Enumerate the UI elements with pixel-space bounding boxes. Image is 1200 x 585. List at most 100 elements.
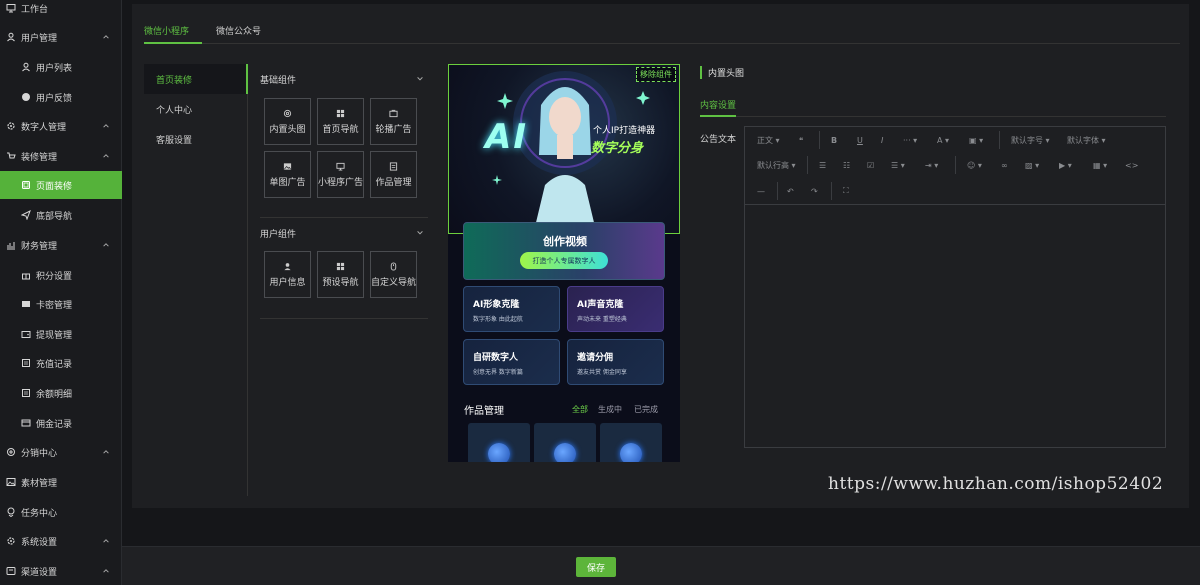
work-thumbnail[interactable] bbox=[600, 423, 662, 462]
component-tile[interactable]: 内置头图 bbox=[264, 98, 311, 145]
card-icon bbox=[20, 299, 31, 310]
tab-wechat-miniprogram[interactable]: 微信小程序 bbox=[144, 24, 189, 37]
sidebar-item-label: 素材管理 bbox=[21, 478, 58, 489]
font-color-icon[interactable]: A ▾ bbox=[937, 133, 949, 147]
screen-icon bbox=[336, 162, 345, 171]
works-tab-completed[interactable]: 已完成 bbox=[634, 404, 658, 415]
sidebar-item-9[interactable]: 积分设置 bbox=[0, 261, 122, 289]
sidebar-item-label: 财务管理 bbox=[21, 241, 58, 252]
sidebar-item-10[interactable]: 卡密管理 bbox=[0, 290, 122, 318]
video-icon[interactable]: ▶ ▾ bbox=[1059, 158, 1072, 172]
tab-wechat-official-account[interactable]: 微信公众号 bbox=[216, 24, 261, 37]
component-tile[interactable]: 首页导航 bbox=[317, 98, 364, 145]
component-tile-label: 内置头图 bbox=[269, 124, 306, 135]
sidebar-item-18[interactable]: 系统设置 bbox=[0, 527, 122, 555]
sidebar-item-3[interactable]: 用户反馈 bbox=[0, 83, 122, 111]
announcement-text-label: 公告文本 bbox=[700, 135, 737, 145]
italic-icon[interactable]: I bbox=[881, 133, 883, 147]
works-tab-all[interactable]: 全部 bbox=[572, 404, 588, 415]
create-video-button[interactable]: 打造个人专属数字人 bbox=[520, 252, 608, 269]
sidebar-item-0[interactable]: 工作台 bbox=[0, 0, 122, 22]
redo-icon[interactable]: ↷ bbox=[811, 184, 818, 198]
component-tile[interactable]: 用户信息 bbox=[264, 251, 311, 298]
works-tab-generating[interactable]: 生成中 bbox=[598, 404, 622, 415]
font-size-value: 默认字号 bbox=[1011, 135, 1043, 145]
sidebar-item-4[interactable]: 数字人管理 bbox=[0, 112, 122, 140]
toolbar-divider bbox=[777, 182, 778, 200]
toolbar-divider bbox=[955, 156, 956, 174]
underline-icon[interactable]: U bbox=[857, 133, 863, 147]
bold-icon[interactable]: B bbox=[831, 133, 837, 147]
gear-icon bbox=[5, 121, 16, 132]
feature-title: 自研数字人 bbox=[473, 353, 519, 363]
feature-card-invite[interactable]: 邀请分佣 邀友共赏 佣金同享 bbox=[567, 339, 664, 385]
component-tile[interactable]: 小程序广告 bbox=[317, 151, 364, 198]
component-tile[interactable]: 单图广告 bbox=[264, 151, 311, 198]
component-tile[interactable]: 作品管理 bbox=[370, 151, 417, 198]
font-size-dropdown[interactable]: 默认字号 ▾ bbox=[1011, 133, 1050, 147]
sidebar-item-7[interactable]: 底部导航 bbox=[0, 201, 122, 229]
quote-icon[interactable]: ❝ bbox=[799, 133, 803, 147]
feature-card-voice-clone[interactable]: AI声音克隆 声动未来 重塑经典 bbox=[567, 286, 664, 332]
feature-card-digital-human[interactable]: 自研数字人 创意无界 数字新篇 bbox=[463, 339, 560, 385]
chevron-up-icon bbox=[103, 154, 109, 158]
target-icon bbox=[283, 109, 292, 117]
component-tile[interactable]: 预设导航 bbox=[317, 251, 364, 298]
sidebar-item-11[interactable]: 提现管理 bbox=[0, 320, 122, 348]
rich-text-editor[interactable]: 正文 ▾ ❝ B U I ··· ▾ A ▾ ▣ ▾ 默认字号 ▾ 默认字体 ▾… bbox=[744, 126, 1166, 448]
font-family-dropdown[interactable]: 默认字体 ▾ bbox=[1067, 133, 1106, 147]
sidebar-item-1[interactable]: 用户管理 bbox=[0, 23, 122, 51]
feature-card-image-clone[interactable]: AI形象克隆 数字形象 由此起航 bbox=[463, 286, 560, 332]
align-icon[interactable]: ☰ ▾ bbox=[891, 158, 905, 172]
sidebar-item-17[interactable]: 任务中心 bbox=[0, 498, 122, 526]
sidebar-item-15[interactable]: 分销中心 bbox=[0, 438, 122, 466]
sidebar-item-13[interactable]: 余额明细 bbox=[0, 379, 122, 407]
component-tile-label: 作品管理 bbox=[375, 177, 412, 188]
fullscreen-icon[interactable]: ⛶ bbox=[843, 184, 849, 198]
highlight-icon[interactable]: ▣ ▾ bbox=[969, 133, 983, 147]
remove-component-button[interactable]: 移除组件 bbox=[636, 67, 676, 82]
undo-icon[interactable]: ↶ bbox=[787, 184, 794, 198]
code-icon[interactable]: <> bbox=[1125, 158, 1138, 172]
numbered-list-icon[interactable]: ☷ bbox=[843, 158, 850, 172]
save-button[interactable]: 保存 bbox=[576, 557, 616, 577]
group-user-header[interactable]: 用户组件 bbox=[260, 221, 428, 245]
work-thumbnail[interactable] bbox=[468, 423, 530, 462]
group-basic-header[interactable]: 基础组件 bbox=[260, 67, 428, 91]
text-style-dropdown[interactable]: 正文 ▾ bbox=[757, 133, 780, 147]
bullet-list-icon[interactable]: ☰ bbox=[819, 158, 826, 172]
submenu-item-customer-service[interactable]: 客服设置 bbox=[144, 124, 248, 154]
submenu-item-home-decoration[interactable]: 首页装修 bbox=[144, 64, 248, 94]
sidebar-item-2[interactable]: 用户列表 bbox=[0, 53, 122, 81]
line-height-dropdown[interactable]: 默认行高 ▾ bbox=[757, 158, 796, 172]
sidebar-item-6[interactable]: 页面装修 bbox=[0, 171, 122, 199]
hero-banner[interactable]: AI 个人IP打造神器 数字分身 移除组件 bbox=[448, 64, 680, 235]
divider-line-icon[interactable]: — bbox=[757, 184, 765, 198]
channel-icon bbox=[5, 566, 16, 577]
sidebar-item-12[interactable]: 充值记录 bbox=[0, 349, 122, 377]
link-icon[interactable]: ∞ bbox=[1001, 158, 1008, 172]
sidebar-item-8[interactable]: 财务管理 bbox=[0, 231, 122, 259]
mobile-preview: AI 个人IP打造神器 数字分身 移除组件 创作视频 打造个人专属数字人 AI形… bbox=[448, 64, 680, 462]
component-tile[interactable]: 轮播广告 bbox=[370, 98, 417, 145]
table-icon[interactable]: ▦ ▾ bbox=[1093, 158, 1107, 172]
tab-content-settings[interactable]: 内容设置 bbox=[700, 98, 736, 111]
image-icon[interactable]: ▨ ▾ bbox=[1025, 158, 1039, 172]
sidebar-item-label: 用户反馈 bbox=[36, 93, 73, 104]
create-video-card[interactable]: 创作视频 打造个人专属数字人 bbox=[463, 222, 665, 280]
sidebar-item-label: 充值记录 bbox=[36, 359, 73, 370]
todo-list-icon[interactable]: ☑ bbox=[867, 158, 874, 172]
sidebar-item-label: 渠道设置 bbox=[21, 567, 58, 578]
sidebar-item-19[interactable]: 渠道设置 bbox=[0, 557, 122, 585]
submenu-item-personal-center[interactable]: 个人中心 bbox=[144, 94, 248, 124]
work-thumbnail[interactable] bbox=[534, 423, 596, 462]
indent-icon[interactable]: ⇥ ▾ bbox=[925, 158, 938, 172]
sidebar-item-16[interactable]: 素材管理 bbox=[0, 468, 122, 496]
sidebar-item-14[interactable]: 佣金记录 bbox=[0, 409, 122, 437]
grid-icon bbox=[336, 109, 345, 117]
component-tile[interactable]: 自定义导航 bbox=[370, 251, 417, 298]
sidebar-item-5[interactable]: 装修管理 bbox=[0, 142, 122, 170]
tab-divider bbox=[700, 116, 1166, 117]
more-icon[interactable]: ··· ▾ bbox=[903, 133, 917, 147]
emoji-icon[interactable]: ☺ ▾ bbox=[967, 158, 982, 172]
